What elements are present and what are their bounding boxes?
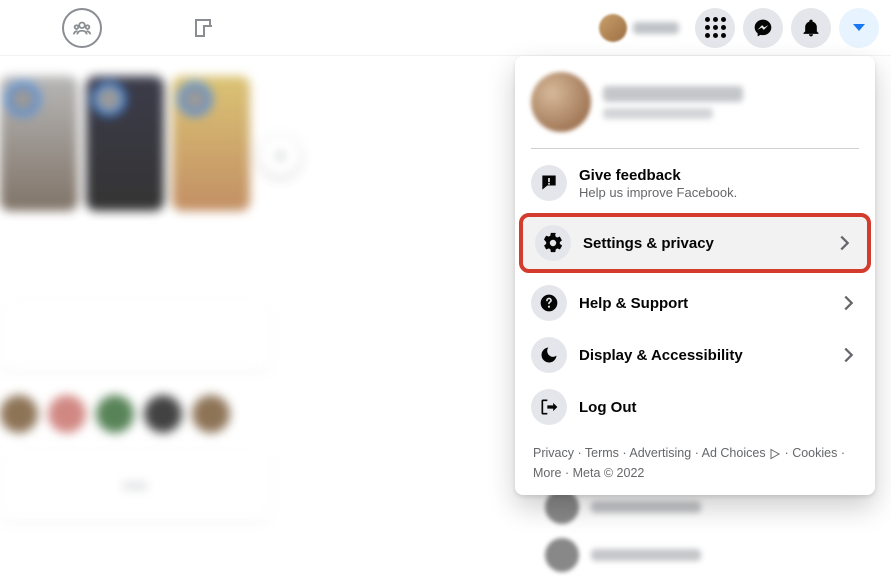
help-support-item[interactable]: Help & Support (523, 277, 867, 329)
footer-link-privacy[interactable]: Privacy (533, 446, 574, 460)
chevron-right-icon (833, 232, 855, 254)
profile-chip[interactable] (591, 10, 687, 46)
logout-icon (531, 389, 567, 425)
settings-privacy-item[interactable]: Settings & privacy (519, 213, 871, 273)
footer-link-terms[interactable]: Terms (577, 446, 618, 460)
feedback-icon (531, 165, 567, 201)
moon-icon (531, 337, 567, 373)
groups-tab-icon[interactable] (62, 8, 102, 48)
avatar (599, 14, 627, 42)
dropdown-footer-links: Privacy Terms Advertising Ad Choices Coo… (523, 433, 867, 483)
contacts-list-blur (545, 490, 701, 572)
view-profile-row[interactable] (523, 64, 867, 140)
stories-next-arrow[interactable] (260, 136, 300, 176)
messenger-icon (753, 18, 773, 38)
menu-label: Help & Support (579, 295, 825, 312)
avatar (531, 72, 591, 132)
background-feed-blur (0, 56, 300, 584)
profile-text (603, 86, 743, 119)
caret-down-icon (853, 24, 865, 31)
display-accessibility-item[interactable]: Display & Accessibility (523, 329, 867, 381)
gaming-tab-icon[interactable] (192, 16, 216, 40)
give-feedback-item[interactable]: Give feedback Help us improve Facebook. (523, 157, 867, 209)
divider (531, 148, 859, 149)
messenger-button[interactable] (743, 8, 783, 48)
menu-apps-button[interactable] (695, 8, 735, 48)
footer-meta-copyright: Meta © 2022 (565, 466, 644, 480)
help-icon (531, 285, 567, 321)
top-nav-right (591, 8, 879, 48)
footer-link-cookies[interactable]: Cookies (785, 446, 838, 460)
footer-link-advertising[interactable]: Advertising (622, 446, 691, 460)
chevron-right-icon (837, 292, 859, 314)
account-dropdown-menu: Give feedback Help us improve Facebook. … (515, 56, 875, 495)
notifications-button[interactable] (791, 8, 831, 48)
bell-icon (801, 18, 821, 38)
menu-label: Give feedback (579, 167, 859, 184)
log-out-item[interactable]: Log Out (523, 381, 867, 433)
adchoices-icon (769, 448, 781, 460)
footer-link-adchoices[interactable]: Ad Choices (695, 446, 785, 460)
profile-chip-name (633, 22, 679, 34)
account-dropdown-button[interactable] (839, 8, 879, 48)
menu-label: Settings & privacy (583, 235, 821, 252)
top-nav-bar (0, 0, 891, 56)
chevron-right-icon (837, 344, 859, 366)
gear-icon (535, 225, 571, 261)
menu-label: Display & Accessibility (579, 347, 825, 364)
grid-icon (705, 17, 726, 38)
menu-label: Log Out (579, 399, 859, 416)
menu-sublabel: Help us improve Facebook. (579, 185, 859, 200)
top-nav-left (12, 8, 216, 48)
